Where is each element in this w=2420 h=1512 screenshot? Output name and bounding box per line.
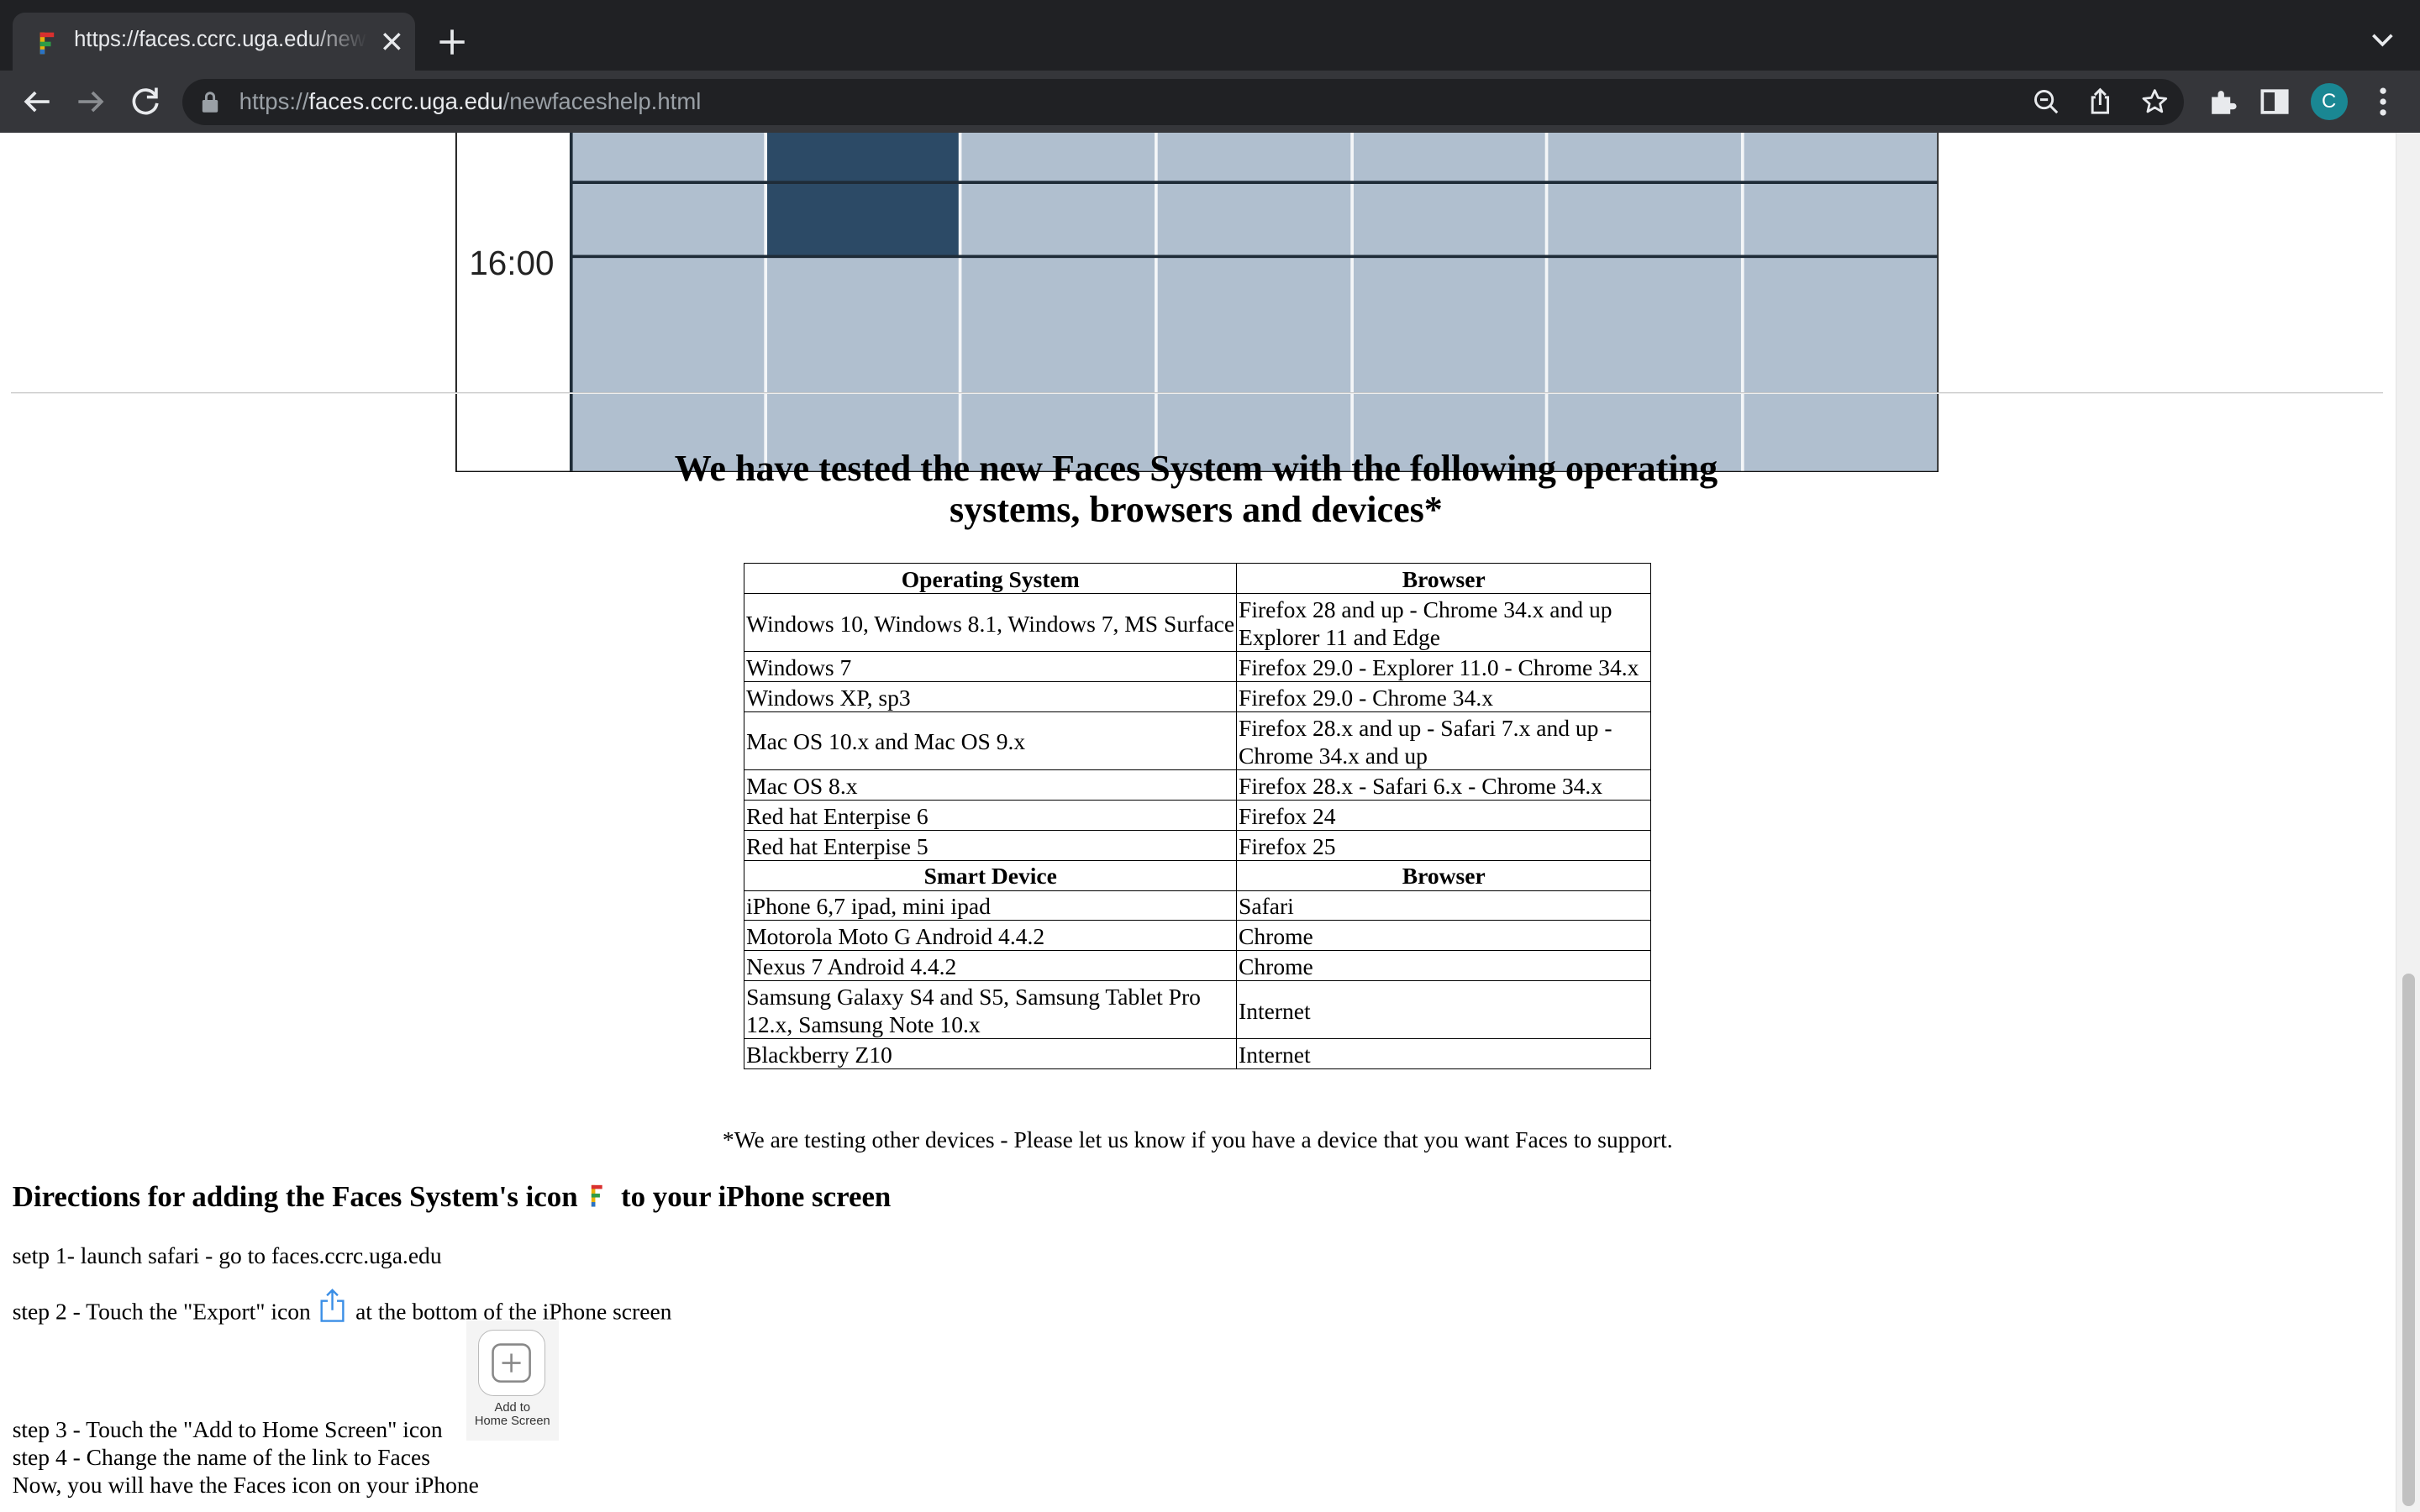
table-row: Windows 7 Firefox 29.0 - Explorer 11.0 -… [744,651,1652,683]
table-cell: Chrome [1236,950,1652,982]
table-row: Mac OS 10.x and Mac OS 9.x Firefox 28.x … [744,711,1652,770]
table-row: Windows XP, sp3 Firefox 29.0 - Chrome 34… [744,681,1652,713]
column-header: Browser [1236,563,1652,595]
lock-icon[interactable] [201,91,219,113]
step-3: step 3 - Touch the "Add to Home Screen" … [12,1416,443,1443]
table-row: iPhone 6,7 ipad, mini ipad Safari [744,890,1652,921]
faces-favicon-icon [39,32,55,55]
schedule-grid-image [455,132,1939,473]
step-1: setp 1- launch safari - go to faces.ccrc… [12,1242,442,1268]
column-header: Browser [1236,859,1652,891]
table-cell: Windows XP, sp3 [744,681,1238,713]
table-cell: Firefox 24 [1236,799,1652,831]
table-cell: Chrome [1236,920,1652,952]
horizontal-divider [10,391,2383,394]
table-cell: Safari [1236,890,1652,921]
column-header: Smart Device [744,859,1238,891]
browser-toolbar: https://faces.ccrc.uga.edu/newfaceshelp.… [0,71,2420,133]
table-cell: iPhone 6,7 ipad, mini ipad [744,890,1238,921]
forward-arrow-icon[interactable] [72,83,109,120]
table-cell: Mac OS 10.x and Mac OS 9.x [744,711,1238,770]
compatibility-table: Operating System Browser Windows 10, Win… [744,563,1652,1070]
table-cell: Firefox 28.x and up - Safari 7.x and up … [1236,711,1652,770]
scrollbar-thumb[interactable] [2402,973,2415,1506]
address-bar[interactable]: https://faces.ccrc.uga.edu/newfaceshelp.… [182,78,2184,125]
more-menu-icon[interactable] [2365,83,2402,120]
table-row: Windows 10, Windows 8.1, Windows 7, MS S… [744,593,1652,653]
table-row: Red hat Enterpise 5 Firefox 25 [744,829,1652,861]
vertical-scrollbar[interactable] [2395,132,2420,1512]
table-row: Samsung Galaxy S4 and S5, Samsung Tablet… [744,980,1652,1040]
zoom-out-icon[interactable] [2031,87,2062,118]
footnote: *We are testing other devices - Please l… [722,1126,1673,1152]
table-row: Nexus 7 Android 4.4.2 Chrome [744,950,1652,982]
step-2-text: step 2 - Touch the "Export" icon [12,1298,311,1325]
share-icon[interactable] [2085,87,2116,118]
profile-avatar[interactable]: C [2310,83,2348,121]
directions-text-end: to your iPhone screen [621,1180,892,1214]
extensions-puzzle-icon[interactable] [2204,83,2241,120]
tab-strip: https://faces.ccrc.uga.edu/newfaceshelp.… [0,0,2420,71]
table-cell: Red hat Enterpise 6 [744,799,1238,831]
add-home-line-2: Home Screen [474,1415,550,1429]
table-cell: Firefox 29.0 - Chrome 34.x [1236,681,1652,713]
table-cell: Windows 7 [744,651,1238,683]
table-cell: Windows 10, Windows 8.1, Windows 7, MS S… [744,593,1238,653]
step-4: step 4 - Change the name of the link to … [12,1444,430,1471]
table-cell: Firefox 28.x - Safari 6.x - Chrome 34.x [1236,769,1652,801]
step-2: step 2 - Touch the "Export" icon at the b… [12,1288,671,1326]
table-cell: Motorola Moto G Android 4.4.2 [744,920,1238,952]
plus-square-icon [492,1343,532,1383]
table-row: Blackberry Z10 Internet [744,1038,1652,1070]
add-box [478,1330,545,1397]
table-cell: Internet [1236,1038,1652,1070]
table-cell: Firefox 29.0 - Explorer 11.0 - Chrome 34… [1236,651,1652,683]
active-tab[interactable]: https://faces.ccrc.uga.edu/newfaceshelp.… [12,12,416,71]
schedule-time-label: 16:00 [469,244,555,283]
reload-icon[interactable] [127,83,164,120]
table-cell: Blackberry Z10 [744,1038,1238,1070]
url-path: /newfaceshelp.html [502,87,702,114]
page-heading: We have tested the new Faces System with… [674,447,1718,531]
table-header-row: Smart Device Browser [744,859,1652,891]
back-arrow-icon[interactable] [18,83,55,120]
table-cell: Internet [1236,980,1652,1040]
table-row: Motorola Moto G Android 4.4.2 Chrome [744,920,1652,952]
url-text[interactable]: https://faces.ccrc.uga.edu/newfaceshelp.… [239,88,702,115]
side-panel-icon[interactable] [2256,83,2293,120]
column-header: Operating System [744,563,1238,595]
table-cell: Red hat Enterpise 5 [744,829,1238,861]
table-cell: Firefox 25 [1236,829,1652,861]
table-cell: Samsung Galaxy S4 and S5, Samsung Tablet… [744,980,1238,1040]
url-scheme: https:// [239,87,309,114]
table-cell: Mac OS 8.x [744,769,1238,801]
add-to-home-label: Add to Home Screen [466,1401,559,1429]
step-5: Now, you will have the Faces icon on you… [12,1472,479,1499]
page-content: 16:00 We have tested the new Faces Syste… [0,132,2396,1512]
url-host: faces.ccrc.uga.edu [308,87,503,114]
faces-logo-icon [592,1184,602,1207]
viewport: https://faces.ccrc.uga.edu/newfaceshelp.… [0,0,2420,1512]
tab-title: https://faces.ccrc.uga.edu/newfaceshelp.… [74,28,367,52]
table-cell: Firefox 28 and up - Chrome 34.x and up E… [1236,593,1652,653]
bookmark-star-icon[interactable] [2139,87,2170,118]
new-tab-icon[interactable] [434,24,471,60]
export-share-icon [320,1288,345,1322]
add-to-home-screen-image: Add to Home Screen [466,1320,559,1441]
add-home-line-1: Add to [494,1400,530,1415]
table-row: Mac OS 8.x Firefox 28.x - Safari 6.x - C… [744,769,1652,801]
directions-text: Directions for adding the Faces System's… [12,1180,578,1214]
directions-heading: Directions for adding the Faces System's… [13,1180,892,1214]
chevron-down-icon[interactable] [2367,24,2398,55]
table-cell: Nexus 7 Android 4.4.2 [744,950,1238,982]
table-row: Red hat Enterpise 6 Firefox 24 [744,799,1652,831]
table-header-row: Operating System Browser [744,563,1652,595]
close-tab-icon[interactable] [376,26,408,57]
